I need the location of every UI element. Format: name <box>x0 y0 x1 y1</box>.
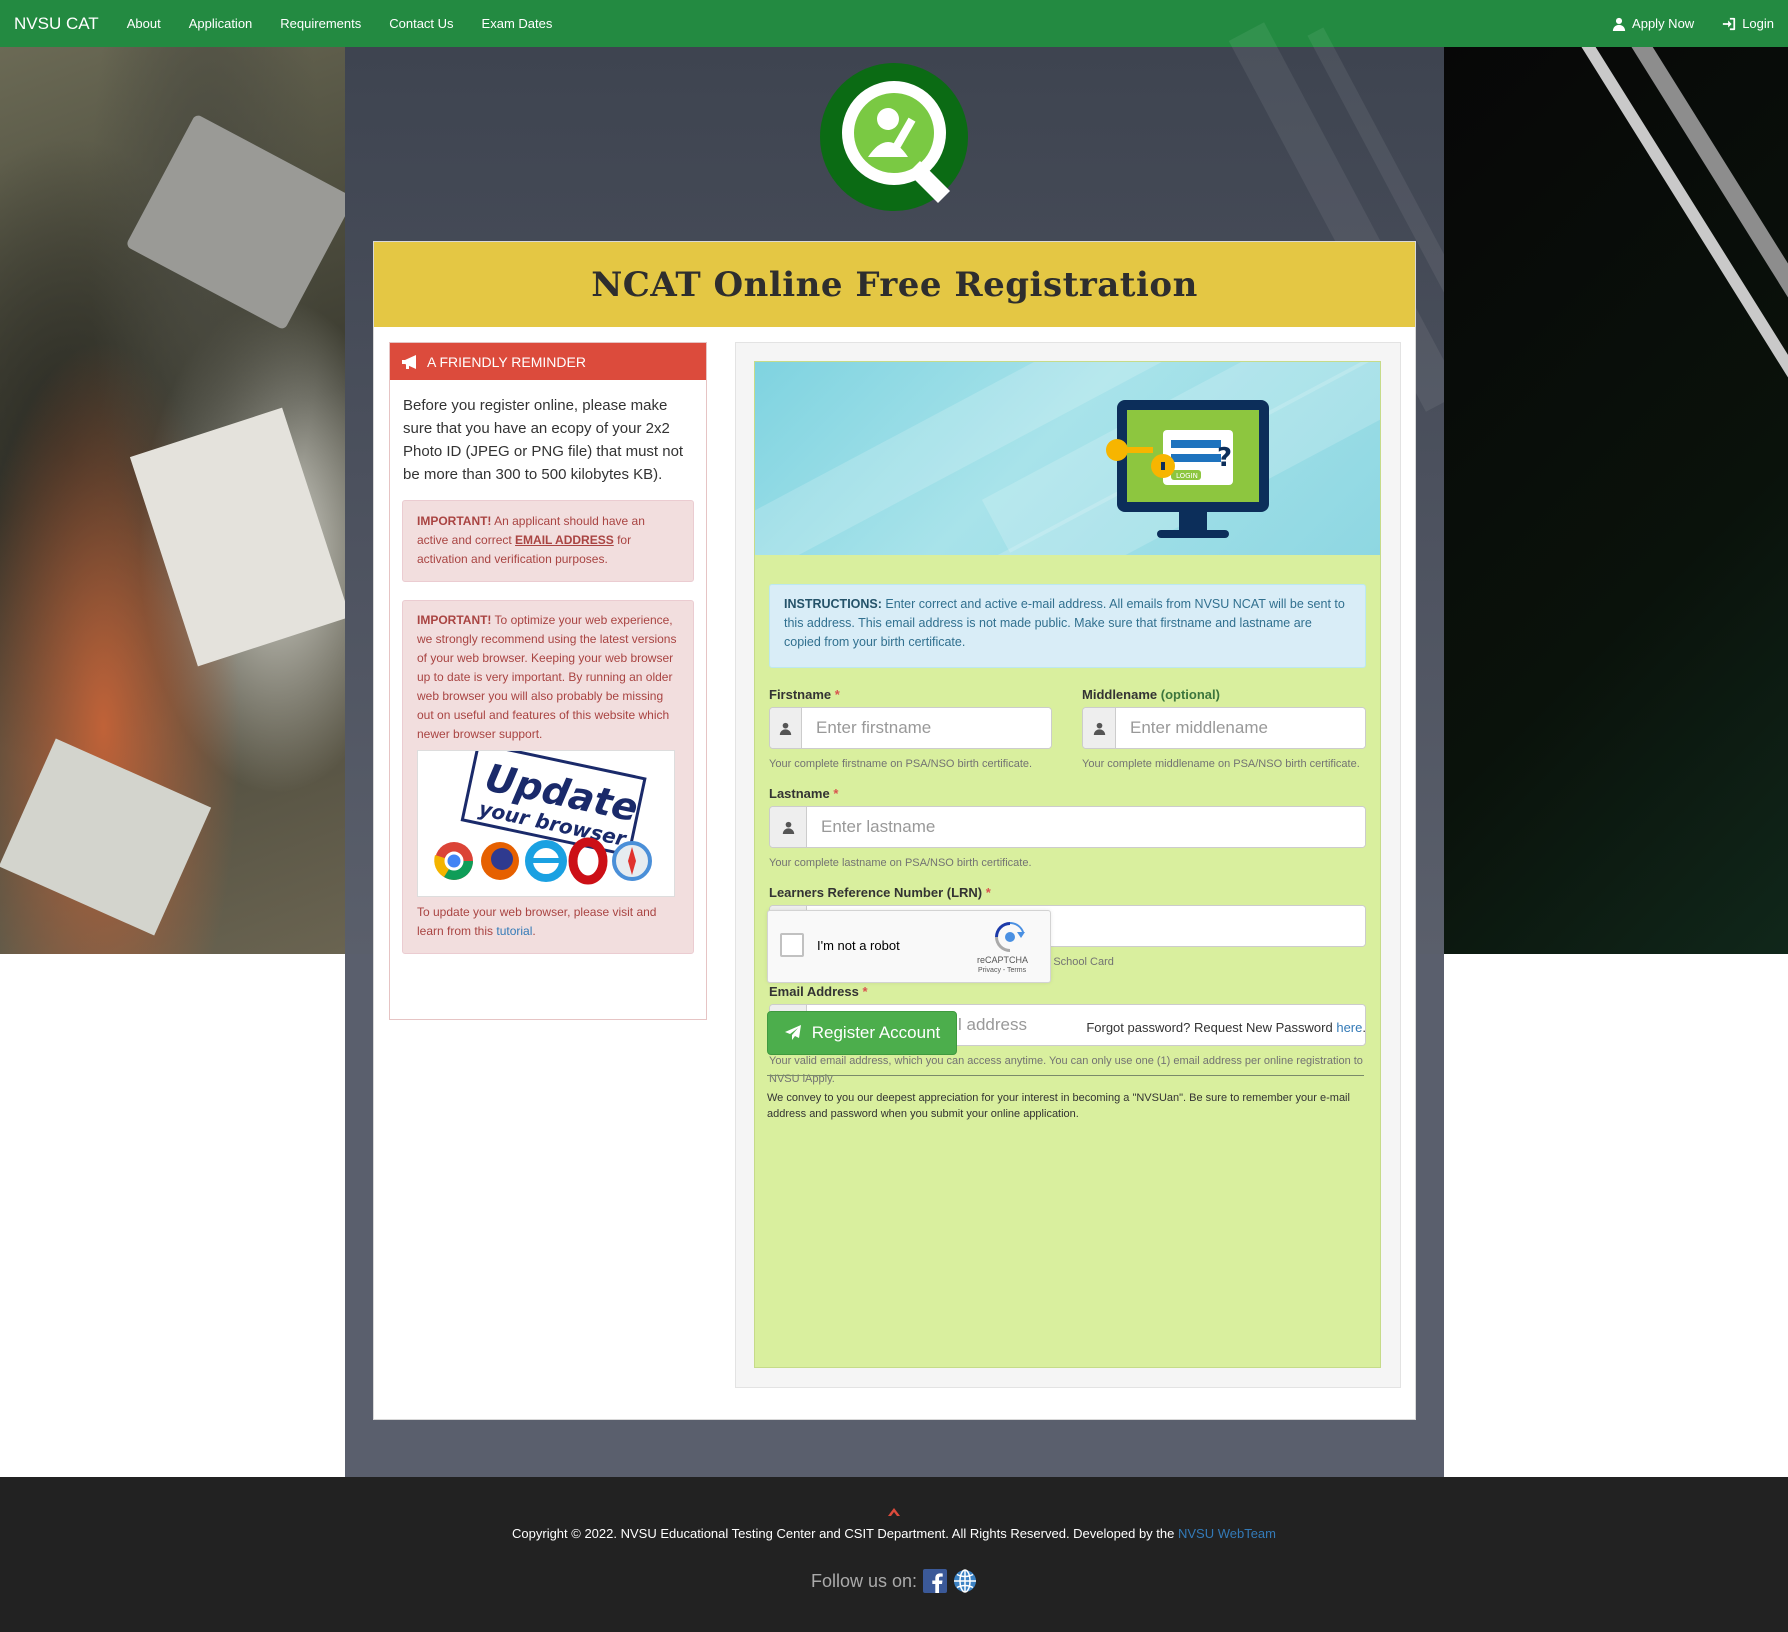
page-title: NCAT Online Free Registration <box>591 264 1198 305</box>
nav-application[interactable]: Application <box>189 16 253 31</box>
alert-strong: IMPORTANT! <box>417 613 492 627</box>
nav-about[interactable]: About <box>127 16 161 31</box>
card-header: NCAT Online Free Registration <box>374 242 1415 327</box>
register-button-label: Register Account <box>811 1023 941 1042</box>
tutorial-link[interactable]: tutorial <box>496 924 532 938</box>
ncat-logo <box>820 63 968 211</box>
internet-explorer-icon <box>525 840 567 882</box>
login-link[interactable]: Login <box>1722 16 1774 31</box>
megaphone-icon <box>402 354 416 369</box>
chevron-up-icon[interactable] <box>888 1508 900 1516</box>
recaptcha-icon <box>995 922 1025 952</box>
form-divider <box>767 1075 1364 1076</box>
appreciation-text: We convey to you our deepest appreciatio… <box>767 1092 1350 1120</box>
apply-now-link[interactable]: Apply Now <box>1612 16 1694 31</box>
background-paper <box>0 738 212 936</box>
globe-icon[interactable] <box>953 1569 977 1593</box>
copyright-text: Copyright © 2022. NVSU Educational Testi… <box>0 1526 1788 1541</box>
brand-link[interactable]: NVSU CAT <box>14 14 99 34</box>
user-icon <box>1612 17 1626 31</box>
login-label: Login <box>1742 16 1774 31</box>
background-stripe <box>1594 47 1788 920</box>
browser-alert: IMPORTANT! To optimize your web experien… <box>402 600 694 954</box>
safari-icon <box>612 841 652 881</box>
login-icon <box>1723 17 1736 30</box>
reminder-heading: A FRIENDLY REMINDER <box>390 343 706 380</box>
reminder-heading-label: A FRIENDLY REMINDER <box>427 353 586 370</box>
nav-contact-us[interactable]: Contact Us <box>389 16 453 31</box>
background-stripe <box>1544 47 1788 920</box>
paper-plane-icon <box>784 1025 801 1040</box>
register-account-button[interactable]: Register Account <box>767 1011 957 1055</box>
forgot-text: Forgot password? Request New Password <box>1086 1020 1337 1035</box>
follow-label: Follow us on: <box>810 1570 918 1591</box>
reminder-text: Before you register online, please make … <box>403 397 684 483</box>
alert-text: To update your web browser, please visit… <box>417 905 657 938</box>
update-browser-illustration: Update your browser <box>434 751 652 885</box>
nav-right-group: Apply Now Login <box>1584 0 1774 47</box>
forgot-after: . <box>1362 1020 1366 1035</box>
recaptcha-label: I'm not a robot <box>817 938 900 953</box>
friendly-reminder-panel: A FRIENDLY REMINDER Before you register … <box>389 342 707 1020</box>
firefox-icon <box>481 842 519 880</box>
alert-emphasis: EMAIL ADDRESS <box>515 533 614 547</box>
recaptcha-terms-link[interactable]: Privacy - Terms <box>978 967 1026 974</box>
update-browser-image: Update your browser <box>417 750 675 897</box>
background-photo-left <box>0 47 345 954</box>
email-alert: IMPORTANT! An applicant should have an a… <box>402 500 694 582</box>
background-paper <box>129 407 345 667</box>
background-photo-right <box>1444 47 1788 954</box>
background-laptop <box>125 113 345 331</box>
nav-requirements[interactable]: Requirements <box>280 16 361 31</box>
request-password-link[interactable]: here <box>1336 1020 1362 1035</box>
webteam-link[interactable]: NVSU WebTeam <box>1178 1526 1276 1541</box>
alert-text: To optimize your web experience, we stro… <box>417 613 677 741</box>
facebook-icon[interactable] <box>923 1569 948 1593</box>
copyright-label: Copyright © 2022. NVSU Educational Testi… <box>512 1526 1178 1541</box>
forgot-password-text: Forgot password? Request New Password he… <box>1086 1020 1366 1035</box>
nav-exam-dates[interactable]: Exam Dates <box>482 16 553 31</box>
form-lower-area: I'm not a robot reCAPTCHA Privacy - Term… <box>753 360 1380 1367</box>
recaptcha-widget: I'm not a robot reCAPTCHA Privacy - Term… <box>767 910 1051 983</box>
follow-us: Follow us on: <box>0 1569 1788 1593</box>
recaptcha-checkbox[interactable] <box>780 933 804 957</box>
apply-now-label: Apply Now <box>1632 16 1695 31</box>
chrome-icon <box>434 842 473 880</box>
alert-text: . <box>532 924 536 938</box>
top-navbar: NVSU CAT About Application Requirements … <box>0 0 1788 47</box>
alert-strong: IMPORTANT! <box>417 514 492 528</box>
recaptcha-brand: reCAPTCHA <box>977 955 1029 965</box>
footer: Copyright © 2022. NVSU Educational Testi… <box>0 1477 1788 1632</box>
